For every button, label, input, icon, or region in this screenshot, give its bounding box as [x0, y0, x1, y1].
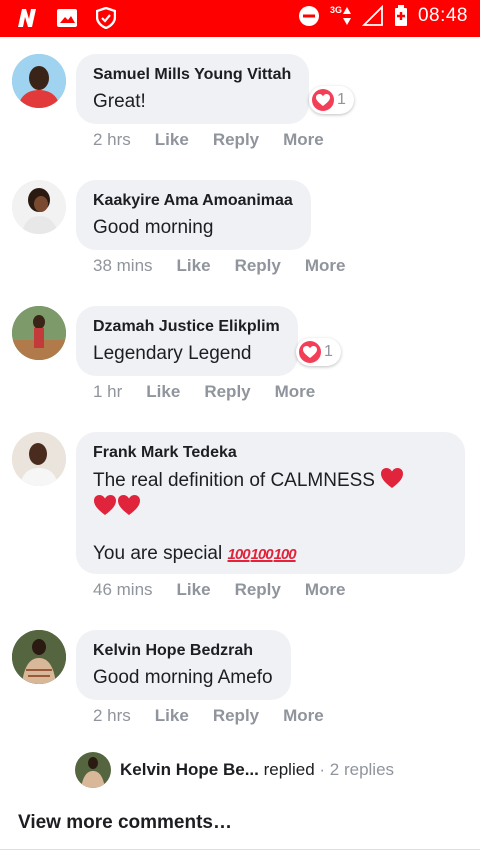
comment-author[interactable]: Kelvin Hope Bedzrah — [93, 641, 273, 661]
comment-time: 38 mins — [93, 256, 153, 275]
reply-count: · 2 replies — [319, 760, 395, 779]
reaction-badge[interactable]: 1 — [309, 86, 354, 114]
hundred-points-emoji-icon: 100 — [227, 546, 251, 563]
reply-button[interactable]: Reply — [235, 256, 281, 276]
comment-text: Great! — [93, 91, 146, 112]
view-more-comments-link[interactable]: View more comments… — [18, 812, 232, 834]
do-not-disturb-icon — [298, 6, 319, 26]
comment-time: 2 hrs — [93, 706, 131, 725]
hundred-points-emoji-icon: 100 — [273, 546, 297, 563]
signal-icon — [361, 5, 383, 26]
reply-button[interactable]: Reply — [235, 580, 281, 600]
like-button[interactable]: Like — [155, 706, 189, 726]
more-button[interactable]: More — [305, 580, 346, 600]
comment-author[interactable]: Frank Mark Tedeka — [93, 443, 447, 463]
comment-text: The real definition of CALMNESS You are … — [93, 467, 447, 568]
avatar[interactable] — [12, 180, 66, 234]
red-heart-emoji-icon — [94, 495, 116, 515]
like-button[interactable]: Like — [177, 256, 211, 276]
comment-time: 46 mins — [93, 580, 153, 599]
network-type: 3G — [329, 5, 342, 15]
comment-text-line: The real definition of CALMNESS — [93, 470, 375, 491]
love-reaction-icon — [312, 89, 334, 111]
more-button[interactable]: More — [275, 382, 316, 402]
red-heart-emoji-icon — [118, 495, 140, 515]
love-reaction-icon — [299, 341, 321, 363]
comment-time: 1 hr — [93, 382, 123, 401]
avatar[interactable] — [12, 630, 66, 684]
comment-actions: 46 mins Like Reply More — [93, 580, 369, 600]
reaction-badge[interactable]: 1 — [296, 338, 341, 366]
battery-icon — [394, 5, 407, 26]
hundred-points-emoji-icon: 100 — [250, 546, 274, 563]
comment-author[interactable]: Samuel Mills Young Vittah — [93, 65, 291, 85]
comment-bubble[interactable]: Kelvin Hope Bedzrah Good morning Amefo — [76, 630, 291, 700]
comment-actions: 1 hr Like Reply More — [93, 382, 339, 402]
reaction-count: 1 — [337, 91, 346, 108]
reply-button[interactable]: Reply — [204, 382, 250, 402]
reply-button[interactable]: Reply — [213, 706, 259, 726]
like-button[interactable]: Like — [177, 580, 211, 600]
comment-actions: 2 hrs Like Reply More — [93, 130, 348, 150]
image-icon — [57, 9, 77, 27]
red-heart-emoji-icon — [381, 468, 404, 488]
clock: 08:48 — [417, 5, 468, 26]
avatar[interactable] — [12, 54, 66, 108]
reply-button[interactable]: Reply — [213, 130, 259, 150]
comment-bubble[interactable]: Frank Mark Tedeka The real definition of… — [76, 432, 465, 574]
replies-summary: Kelvin Hope Be... replied · 2 replies — [120, 760, 394, 780]
comment-actions: 38 mins Like Reply More — [93, 256, 369, 276]
comment-text: Legendary Legend — [93, 343, 252, 364]
comment-text: Good morning — [93, 217, 214, 238]
comment-text-line: You are special — [93, 543, 223, 564]
comment-bubble[interactable]: Kaakyire Ama Amoanimaa Good morning — [76, 180, 311, 250]
more-button[interactable]: More — [283, 706, 324, 726]
comment-author[interactable]: Kaakyire Ama Amoanimaa — [93, 191, 293, 211]
like-button[interactable]: Like — [146, 382, 180, 402]
like-button[interactable]: Like — [155, 130, 189, 150]
replies-link[interactable]: Kelvin Hope Be... replied · 2 replies — [75, 751, 394, 789]
reaction-count: 1 — [324, 343, 333, 360]
status-bar: 3G 08:48 — [0, 0, 480, 37]
divider — [0, 849, 480, 850]
n-app-icon — [18, 9, 36, 27]
avatar[interactable] — [12, 432, 66, 486]
avatar[interactable] — [12, 306, 66, 360]
comment-time: 2 hrs — [93, 130, 131, 149]
comment-author[interactable]: Dzamah Justice Elikplim — [93, 317, 280, 337]
avatar — [75, 752, 111, 788]
reply-action: replied — [263, 760, 315, 779]
more-button[interactable]: More — [305, 256, 346, 276]
comment-bubble[interactable]: Samuel Mills Young Vittah Great! — [76, 54, 310, 124]
signal-arrows-icon — [342, 7, 351, 25]
shield-icon — [96, 7, 116, 29]
more-button[interactable]: More — [283, 130, 324, 150]
comment-actions: 2 hrs Like Reply More — [93, 706, 348, 726]
comment-text: Good morning Amefo — [93, 667, 273, 688]
reply-author: Kelvin Hope Be... — [120, 760, 259, 779]
comment-bubble[interactable]: Dzamah Justice Elikplim Legendary Legend — [76, 306, 298, 376]
